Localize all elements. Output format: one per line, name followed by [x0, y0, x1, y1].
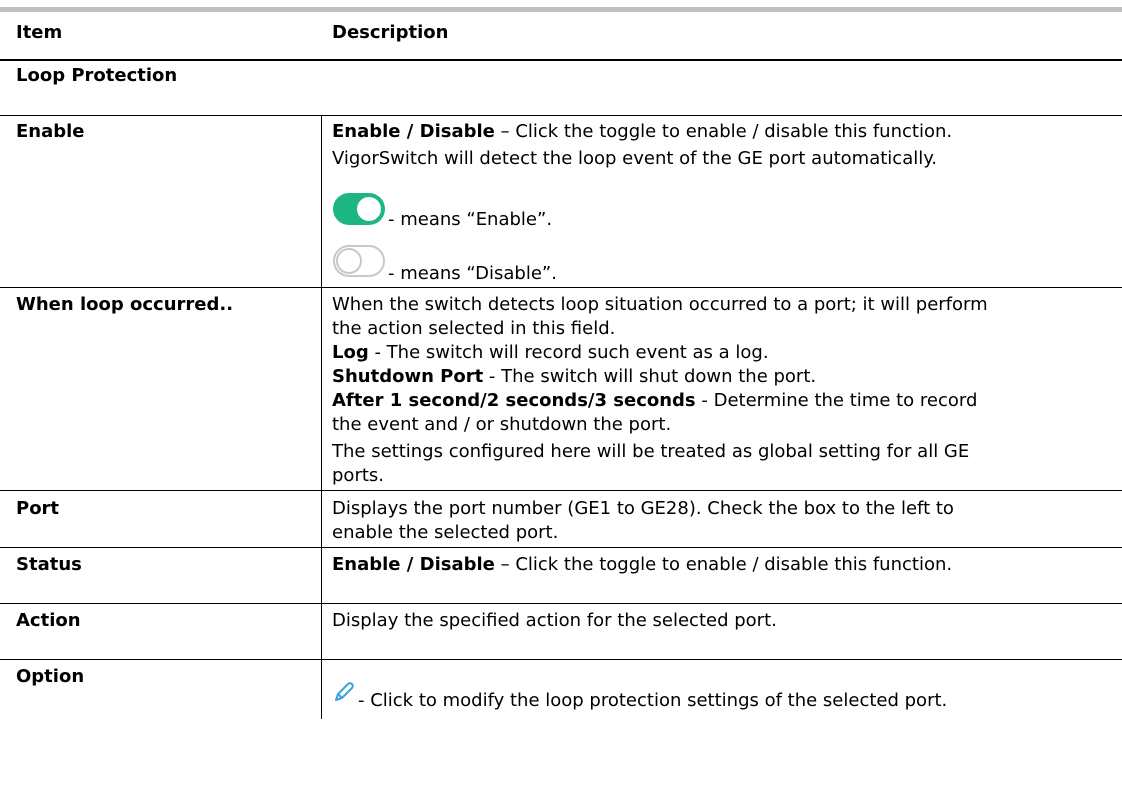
- loop-global-line2: ports.: [332, 465, 384, 486]
- header-column-gap: [321, 12, 322, 59]
- row-divider: [0, 547, 1122, 548]
- shutdown-bold: Shutdown Port: [332, 366, 484, 387]
- action-description: Display the specified action for the sel…: [332, 610, 777, 631]
- item-option: Option: [16, 666, 85, 687]
- log-bold: Log: [332, 342, 369, 363]
- row-divider: [0, 115, 1122, 116]
- row-divider: [0, 287, 1122, 288]
- toggle-off-icon: [333, 245, 385, 277]
- header-item: Item: [16, 22, 63, 43]
- loop-line1: When the switch detects loop situation o…: [332, 294, 988, 315]
- loop-after: After 1 second/2 seconds/3 seconds - Det…: [332, 389, 1112, 413]
- status-description: Enable / Disable – Click the toggle to e…: [332, 553, 1112, 577]
- toggle-on-icon: [333, 193, 385, 225]
- loop-log: Log - The switch will record such event …: [332, 341, 1112, 365]
- pencil-icon: [335, 682, 354, 701]
- header-divider: [0, 59, 1122, 61]
- status-bold: Enable / Disable: [332, 554, 495, 575]
- loop-line2: the action selected in this field.: [332, 318, 616, 339]
- item-enable: Enable: [16, 121, 85, 142]
- section-title: Loop Protection: [16, 65, 178, 86]
- port-line2: enable the selected port.: [332, 522, 559, 543]
- status-rest: – Click the toggle to enable / disable t…: [494, 554, 953, 575]
- item-when-loop-occurred: When loop occurred..: [16, 294, 234, 315]
- enable-description-rest: – Click the toggle to enable / disable t…: [494, 121, 953, 142]
- row-divider: [0, 659, 1122, 660]
- after-rest: - Determine the time to record: [695, 390, 978, 411]
- item-port: Port: [16, 498, 60, 519]
- option-description: - Click to modify the loop protection se…: [358, 690, 948, 711]
- port-line1: Displays the port number (GE1 to GE28). …: [332, 498, 954, 519]
- shutdown-rest: - The switch will shut down the port.: [483, 366, 817, 387]
- after-bold: After 1 second/2 seconds/3 seconds: [332, 390, 696, 411]
- loop-shutdown: Shutdown Port - The switch will shut dow…: [332, 365, 1112, 389]
- column-divider: [321, 115, 322, 719]
- header-description: Description: [332, 22, 449, 43]
- row-divider: [0, 603, 1122, 604]
- row-divider: [0, 490, 1122, 491]
- enable-description-line1: Enable / Disable – Click the toggle to e…: [332, 120, 1112, 144]
- enable-disable-bold: Enable / Disable: [332, 121, 495, 142]
- item-status: Status: [16, 554, 82, 575]
- loop-global-line1: The settings configured here will be tre…: [332, 441, 970, 462]
- enable-meaning: - means “Enable”.: [388, 209, 553, 230]
- disable-meaning: - means “Disable”.: [388, 263, 557, 284]
- log-rest: - The switch will record such event as a…: [368, 342, 769, 363]
- loop-after-line2: the event and / or shutdown the port.: [332, 414, 672, 435]
- item-action: Action: [16, 610, 81, 631]
- enable-description-line2: VigorSwitch will detect the loop event o…: [332, 148, 938, 169]
- table-top-border: [0, 7, 1122, 12]
